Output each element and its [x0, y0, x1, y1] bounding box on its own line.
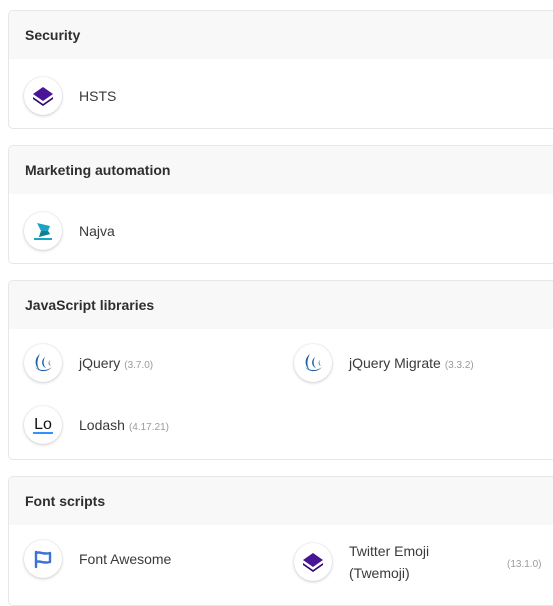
- tech-name: Najva: [79, 223, 115, 239]
- twemoji-icon: [294, 543, 332, 581]
- javascript-libraries-header: JavaScript libraries: [9, 281, 553, 329]
- tech-item-jquery[interactable]: jQuery (3.7.0): [24, 344, 153, 382]
- tech-item-hsts[interactable]: HSTS: [24, 77, 116, 115]
- javascript-libraries-card: JavaScript libraries jQuery (3.7.0) jQue…: [8, 280, 553, 460]
- tech-item-lodash[interactable]: Lo Lodash (4.17.21): [24, 406, 169, 444]
- tech-name: Font Awesome: [79, 551, 172, 567]
- tech-version: (4.17.21): [128, 422, 169, 433]
- tech-name: Lodash (4.17.21): [79, 417, 169, 433]
- jquery-icon: [294, 344, 332, 382]
- marketing-automation-card: Marketing automation Najva: [8, 145, 553, 264]
- security-header: Security: [9, 11, 553, 59]
- section-title: Marketing automation: [25, 162, 171, 178]
- tech-version: (3.3.2): [444, 360, 474, 371]
- svg-text:Lo: Lo: [34, 416, 52, 433]
- section-title: Font scripts: [25, 493, 106, 509]
- najva-icon: [24, 212, 62, 250]
- tech-item-twitter-emoji[interactable]: Twitter Emoji (Twemoji): [294, 540, 429, 584]
- marketing-automation-header: Marketing automation: [9, 146, 553, 194]
- tech-name: jQuery Migrate (3.3.2): [349, 355, 474, 371]
- tech-item-najva[interactable]: Najva: [24, 212, 115, 250]
- tech-version: (13.1.0): [507, 559, 542, 570]
- security-card: Security HSTS: [8, 10, 553, 129]
- tech-version: (3.7.0): [124, 360, 154, 371]
- font-scripts-header: Font scripts: [9, 477, 553, 525]
- tech-item-font-awesome[interactable]: Font Awesome: [24, 540, 171, 578]
- section-title: JavaScript libraries: [25, 297, 155, 313]
- lodash-icon: Lo: [24, 406, 62, 444]
- tech-name: HSTS: [79, 88, 117, 104]
- hsts-icon: [24, 77, 62, 115]
- font-scripts-card: Font scripts Font Awesome Twitter Emoji …: [8, 476, 553, 606]
- section-title: Security: [25, 27, 81, 43]
- tech-name: jQuery (3.7.0): [79, 355, 154, 371]
- jquery-icon: [24, 344, 62, 382]
- tech-name: Twitter Emoji (Twemoji): [349, 543, 430, 581]
- font-awesome-icon: [24, 540, 62, 578]
- tech-item-jquery-migrate[interactable]: jQuery Migrate (3.3.2): [294, 344, 474, 382]
